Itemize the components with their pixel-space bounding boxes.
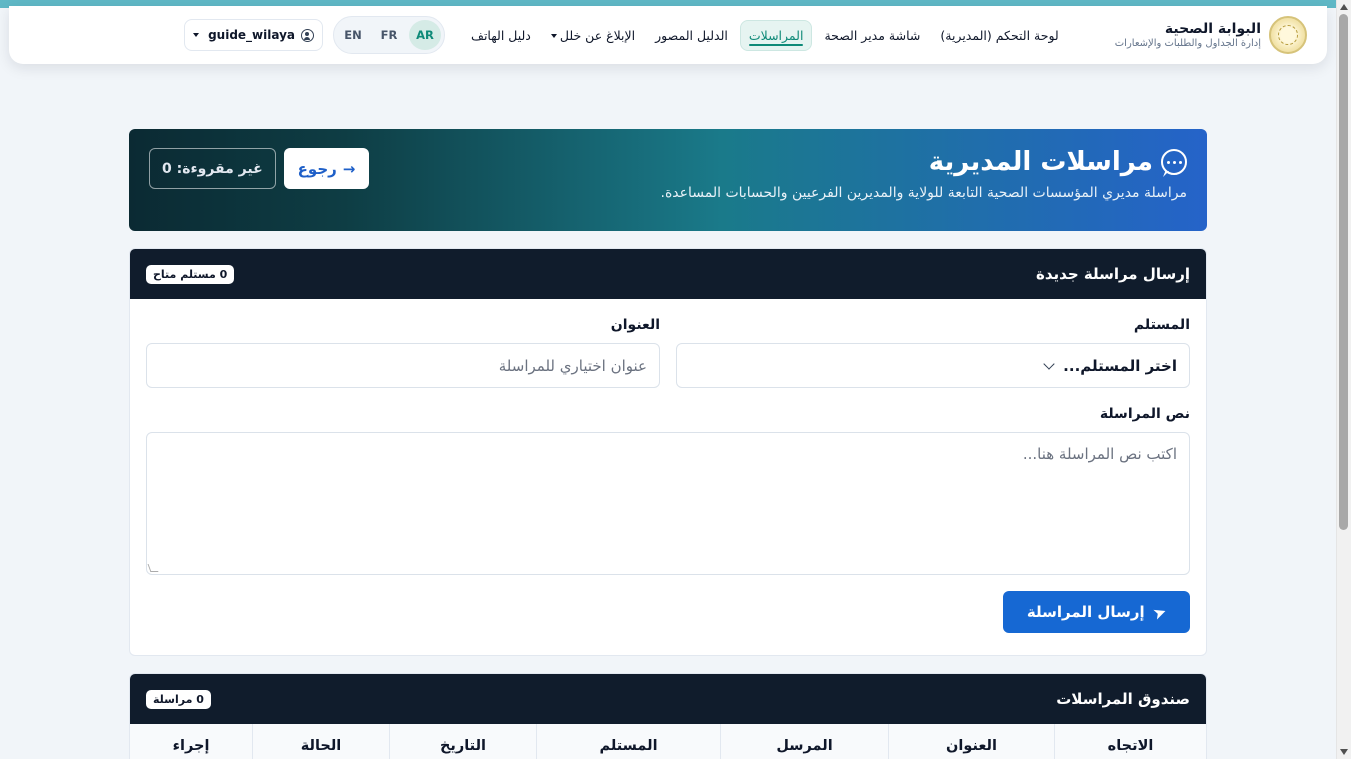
username: guide_wilaya xyxy=(208,28,296,42)
recipient-select[interactable]: اختر المستلم... xyxy=(676,343,1190,388)
scroll-up-icon[interactable] xyxy=(1340,4,1348,10)
nav-links: لوحة التحكم (المديرية) شاشة مدير الصحة ا… xyxy=(463,19,1067,51)
lang-fr[interactable]: FR xyxy=(373,20,405,50)
message-body-textarea[interactable]: اكتب نص المراسلة هنا... xyxy=(146,432,1190,575)
nav-health-director-screen[interactable]: شاشة مدير الصحة xyxy=(816,21,928,50)
caret-down-icon xyxy=(193,33,200,37)
top-navbar: البوابة الصحية إدارة الجداول والطلبات وا… xyxy=(9,6,1327,64)
column-sender[interactable]: المرسل xyxy=(720,724,888,759)
column-status[interactable]: الحالة xyxy=(252,724,389,759)
caret-down-icon xyxy=(550,34,557,38)
subject-label: العنوان xyxy=(610,317,660,333)
column-date[interactable]: التاريخ xyxy=(389,724,536,759)
column-action[interactable]: إجراء xyxy=(130,724,252,759)
available-recipients-badge: 0 مستلم متاح xyxy=(146,264,235,284)
message-count-badge: 0 مراسلة xyxy=(146,689,211,709)
column-direction[interactable]: الاتجاه xyxy=(1054,724,1206,759)
language-switcher: AR FR EN xyxy=(333,16,446,54)
nav-illustrated-guide[interactable]: الدليل المصور xyxy=(647,21,736,50)
brand-logo-icon xyxy=(1269,16,1307,54)
chevron-down-icon xyxy=(1043,357,1055,370)
inbox-title: صندوق المراسلات xyxy=(1056,690,1190,708)
recipient-label: المستلم xyxy=(1133,317,1190,333)
send-message-label: إرسال المراسلة xyxy=(1026,603,1145,621)
inbox-table-header: الاتجاه العنوان المرسل المستلم التاريخ ا… xyxy=(130,724,1206,759)
brand[interactable]: البوابة الصحية إدارة الجداول والطلبات وا… xyxy=(1115,16,1307,54)
recipient-select-value: اختر المستلم... xyxy=(1063,356,1177,375)
brand-title: البوابة الصحية xyxy=(1164,21,1261,37)
unread-count-badge: غير مقروءة: 0 xyxy=(149,148,276,189)
chat-bubble-icon xyxy=(1161,149,1187,175)
message-body-label: نص المراسلة xyxy=(1099,406,1190,422)
column-subject[interactable]: العنوان xyxy=(888,724,1054,759)
resize-handle-icon[interactable] xyxy=(147,564,159,572)
column-recipient[interactable]: المستلم xyxy=(536,724,720,759)
paper-plane-icon: ➤ xyxy=(1149,600,1169,624)
nav-dashboard[interactable]: لوحة التحكم (المديرية) xyxy=(932,21,1066,50)
page-scrollbar[interactable] xyxy=(1336,0,1351,759)
send-message-button[interactable]: ➤ إرسال المراسلة xyxy=(1002,591,1190,633)
page-title: مراسلات المديرية xyxy=(928,147,1153,177)
lang-ar[interactable]: AR xyxy=(409,20,442,50)
user-circle-icon xyxy=(301,28,315,42)
compose-card: إرسال مراسلة جديدة 0 مستلم متاح المستلم … xyxy=(129,248,1207,656)
lang-en[interactable]: EN xyxy=(337,20,369,50)
nav-report-bug[interactable]: الإبلاغ عن خلل xyxy=(543,21,643,50)
compose-card-header: إرسال مراسلة جديدة 0 مستلم متاح xyxy=(130,249,1206,299)
nav-report-bug-label: الإبلاغ عن خلل xyxy=(559,27,636,43)
back-button-label: رجوع xyxy=(297,159,337,178)
subject-input[interactable]: عنوان اختياري للمراسلة xyxy=(146,343,660,388)
inbox-card: صندوق المراسلات 0 مراسلة الاتجاه العنوان… xyxy=(129,673,1207,759)
nav-correspondence[interactable]: المراسلات xyxy=(739,19,813,51)
back-button[interactable]: → رجوع xyxy=(283,148,370,189)
user-menu-button[interactable]: guide_wilaya xyxy=(184,19,324,51)
compose-title: إرسال مراسلة جديدة xyxy=(1036,265,1190,283)
message-body-placeholder: اكتب نص المراسلة هنا... xyxy=(1022,445,1177,463)
brand-subtitle: إدارة الجداول والطلبات والإشعارات xyxy=(1114,38,1261,49)
scroll-down-icon[interactable] xyxy=(1340,749,1348,755)
nav-phone-directory[interactable]: دليل الهاتف xyxy=(463,21,539,50)
page-hero: مراسلات المديرية مراسلة مديري المؤسسات ا… xyxy=(129,129,1207,231)
inbox-card-header: صندوق المراسلات 0 مراسلة xyxy=(130,674,1206,724)
scrollbar-thumb[interactable] xyxy=(1339,14,1348,530)
arrow-right-icon: → xyxy=(342,159,356,178)
